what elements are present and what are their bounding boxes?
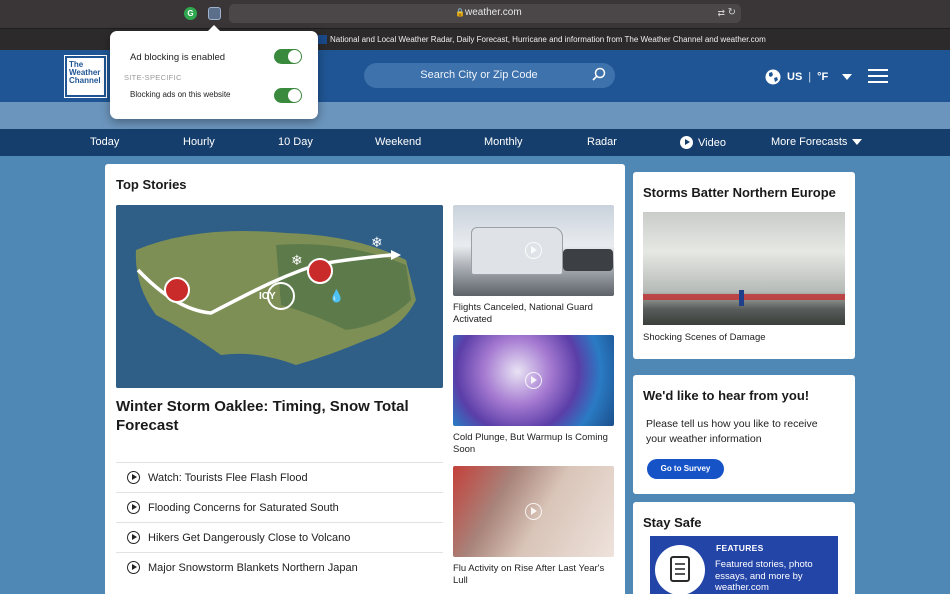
document-icon — [655, 545, 705, 594]
features-text: Featured stories, photo essays, and more… — [715, 559, 813, 593]
thumb-temperature-map[interactable] — [453, 335, 614, 426]
hamburger-menu-icon[interactable] — [868, 69, 888, 83]
adblock-enabled-label: Ad blocking is enabled — [130, 52, 226, 63]
features-banner[interactable]: FEATURES Featured stories, photo essays,… — [650, 536, 838, 594]
section-title: Top Stories — [116, 177, 187, 192]
svg-text:❄: ❄ — [291, 252, 303, 268]
svg-text:💧: 💧 — [329, 289, 344, 303]
story-title: Hikers Get Dangerously Close to Volcano — [148, 531, 351, 544]
survey-card: We'd like to hear from you! Please tell … — [633, 375, 855, 494]
storm-waves-image[interactable] — [643, 212, 845, 325]
hero-storm-map[interactable]: ICY ❄ ❄ 💧 — [116, 205, 443, 388]
locale-separator: | — [808, 71, 812, 83]
forecast-nav: Today Hourly 10 Day Weekend Monthly Rada… — [0, 129, 950, 156]
video-play-icon — [525, 503, 542, 520]
story-title: Flooding Concerns for Saturated South — [148, 501, 339, 514]
storms-title[interactable]: Storms Batter Northern Europe — [643, 185, 836, 200]
lock-icon: 🔒 — [455, 8, 465, 17]
reload-icon[interactable]: ↻ — [728, 7, 736, 18]
storm-map-graphic: ICY ❄ ❄ 💧 — [116, 205, 443, 388]
storms-caption[interactable]: Shocking Scenes of Damage — [643, 332, 766, 343]
nav-today[interactable]: Today — [90, 136, 119, 148]
nav-video[interactable]: Video — [680, 136, 726, 149]
favicon-icon — [318, 35, 327, 44]
address-bar[interactable]: 🔒 weather.com ⇄ ↻ — [229, 4, 741, 23]
story-title: Major Snowstorm Blankets Northern Japan — [148, 561, 358, 574]
stay-safe-title: Stay Safe — [643, 515, 702, 530]
nav-video-label: Video — [698, 136, 726, 149]
thumb-flu-shot[interactable] — [453, 466, 614, 557]
thumb-caption[interactable]: Cold Plunge, But Warmup Is Coming Soon — [453, 432, 614, 456]
survey-text: Please tell us how you like to receive y… — [646, 418, 818, 445]
story-link[interactable]: Flooding Concerns for Saturated South — [116, 492, 443, 522]
play-circle-icon — [127, 501, 140, 514]
site-specific-label: SITE-SPECIFIC — [124, 73, 182, 82]
story-title: Watch: Tourists Flee Flash Flood — [148, 471, 308, 484]
video-play-icon — [525, 372, 542, 389]
play-icon — [680, 136, 693, 149]
url-text: weather.com — [465, 7, 522, 18]
nav-10-day[interactable]: 10 Day — [278, 136, 313, 148]
nav-hourly[interactable]: Hourly — [183, 136, 215, 148]
browser-toolbar: G 🔒 weather.com ⇄ ↻ — [0, 0, 950, 28]
video-play-icon — [525, 242, 542, 259]
caret-down-icon — [852, 139, 863, 145]
story-link[interactable]: Watch: Tourists Flee Flash Flood — [116, 462, 443, 492]
thumb-caption[interactable]: Flu Activity on Rise After Last Year's L… — [453, 563, 614, 587]
thumb-snow-van[interactable] — [453, 205, 614, 296]
nav-more-forecasts[interactable]: More Forecasts — [771, 136, 863, 148]
play-circle-icon — [127, 471, 140, 484]
site-blocking-toggle[interactable] — [274, 88, 302, 103]
search-placeholder: Search City or Zip Code — [420, 69, 538, 81]
hero-headline[interactable]: Winter Storm Oaklee: Timing, Snow Total … — [116, 397, 443, 435]
search-icon[interactable] — [592, 67, 606, 81]
adblock-enabled-toggle[interactable] — [274, 49, 302, 64]
grammarly-extension-icon[interactable]: G — [184, 7, 197, 20]
weather-channel-logo[interactable]: The Weather Channel — [64, 55, 107, 98]
play-circle-icon — [127, 561, 140, 574]
nav-monthly[interactable]: Monthly — [484, 136, 523, 148]
stay-safe-card: Stay Safe FEATURES Featured stories, pho… — [633, 502, 855, 594]
story-list: Watch: Tourists Flee Flash Flood Floodin… — [116, 462, 443, 582]
adblock-popover: Ad blocking is enabled SITE-SPECIFIC Blo… — [110, 25, 318, 119]
tab-title[interactable]: National and Local Weather Radar, Daily … — [318, 35, 766, 44]
nav-more-label: More Forecasts — [771, 136, 848, 148]
chevron-down-icon — [842, 74, 853, 80]
logo-line: Channel — [69, 76, 101, 85]
search-input[interactable]: Search City or Zip Code — [364, 63, 615, 88]
adblock-extension-icon[interactable] — [208, 7, 221, 20]
site-blocking-label: Blocking ads on this website — [130, 90, 231, 99]
locale-unit: °F — [817, 71, 829, 83]
survey-title: We'd like to hear from you! — [643, 388, 810, 403]
map-icy-label: ICY — [259, 291, 276, 302]
go-to-survey-button[interactable]: Go to Survey — [647, 459, 724, 479]
globe-icon — [765, 69, 781, 85]
svg-text:❄: ❄ — [371, 234, 383, 250]
locale-country: US — [787, 71, 803, 83]
translate-icon[interactable]: ⇄ — [717, 8, 725, 19]
thumb-caption[interactable]: Flights Canceled, National Guard Activat… — [453, 302, 614, 326]
locale-selector[interactable]: US | °F — [765, 69, 853, 85]
storms-card: Storms Batter Northern Europe Shocking S… — [633, 172, 855, 359]
story-link[interactable]: Major Snowstorm Blankets Northern Japan — [116, 552, 443, 582]
features-label: FEATURES — [716, 543, 764, 553]
nav-weekend[interactable]: Weekend — [375, 136, 421, 148]
top-stories-card: Top Stories ICY ❄ ❄ 💧 Winter Storm Oakle… — [105, 164, 625, 594]
play-circle-icon — [127, 531, 140, 544]
story-link[interactable]: Hikers Get Dangerously Close to Volcano — [116, 522, 443, 552]
nav-radar[interactable]: Radar — [587, 136, 617, 148]
